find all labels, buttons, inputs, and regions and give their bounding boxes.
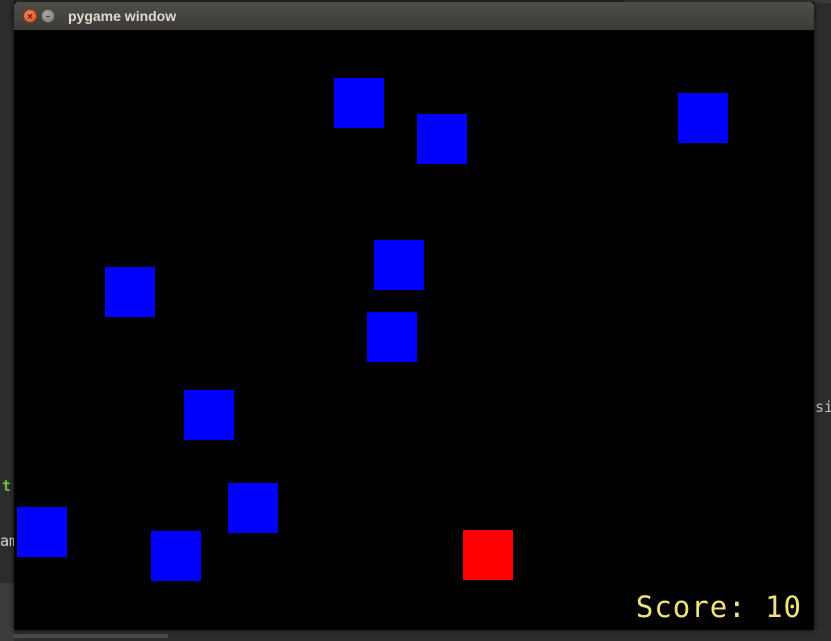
background-terminal-text: t: [2, 477, 12, 495]
game-canvas[interactable]: Score: 10: [14, 30, 814, 630]
enemy-block: [105, 267, 155, 317]
desktop: t am si × – pygame window Score: 10: [0, 0, 831, 641]
window-titlebar[interactable]: × – pygame window: [14, 2, 814, 30]
enemy-block: [417, 114, 467, 164]
enemy-block: [151, 531, 201, 581]
minimize-icon[interactable]: –: [41, 9, 55, 23]
enemy-block: [374, 240, 424, 290]
close-icon[interactable]: ×: [23, 9, 37, 23]
background-terminal-text: si: [815, 398, 831, 416]
window-title: pygame window: [68, 8, 177, 24]
enemy-block: [17, 507, 67, 557]
player-block[interactable]: [463, 530, 513, 580]
background-panel: [0, 583, 14, 641]
enemy-block: [334, 78, 384, 128]
enemy-block: [184, 390, 234, 440]
background-scrollbar: [0, 634, 168, 638]
enemy-block: [678, 93, 728, 143]
enemy-block: [228, 483, 278, 533]
enemy-block: [367, 312, 417, 362]
score-display: Score: 10: [635, 590, 802, 624]
pygame-window[interactable]: × – pygame window Score: 10: [14, 2, 814, 630]
